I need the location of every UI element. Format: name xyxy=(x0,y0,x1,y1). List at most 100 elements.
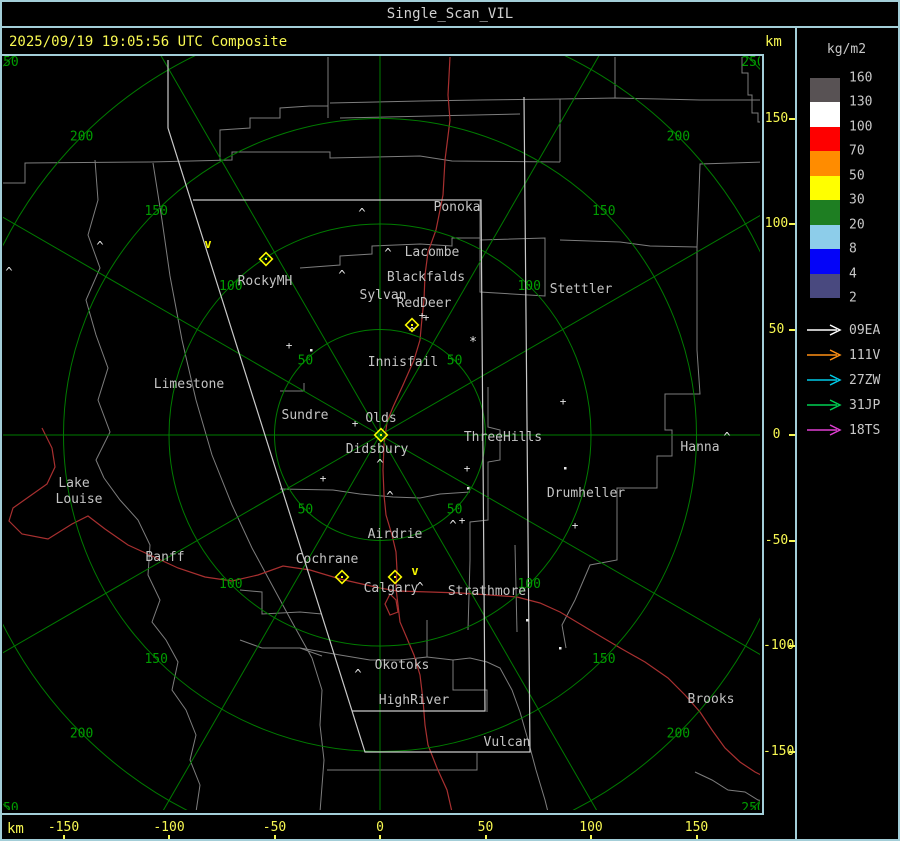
town-caret-marker: ^ xyxy=(384,246,391,260)
radar-site-diamond-icon xyxy=(341,576,343,578)
ring-distance-label: 200 xyxy=(667,130,690,145)
town-cross-marker: + xyxy=(459,514,466,527)
town-dot-marker xyxy=(526,619,529,622)
county-boundary xyxy=(85,159,111,479)
ring-distance-label: 250 xyxy=(741,56,760,70)
x-axis-unit-label: km xyxy=(7,821,24,837)
county-boundary xyxy=(329,97,760,104)
legend-swatch xyxy=(810,224,840,250)
town-cross-marker: + xyxy=(423,311,430,324)
city-label: Louise xyxy=(56,492,103,507)
town-dot-marker xyxy=(467,487,470,490)
vector-id-label: 09EA xyxy=(849,323,880,338)
highway-line xyxy=(396,590,760,776)
x-axis-tick xyxy=(695,835,698,839)
county-boundary xyxy=(299,647,323,657)
ring-distance-label: 250 xyxy=(2,56,19,70)
county-boundary xyxy=(452,660,488,712)
legend-swatch xyxy=(810,102,840,127)
legend-swatch xyxy=(810,126,840,152)
radar-site-diamond-icon xyxy=(380,434,382,436)
legend-swatch xyxy=(810,151,840,176)
y-axis-tick-label: 100 xyxy=(764,216,789,231)
storm-vector-arrowhead-icon: v xyxy=(204,237,211,251)
city-label: Vulcan xyxy=(484,735,531,750)
town-cross-marker: + xyxy=(464,462,471,475)
town-cross-marker: + xyxy=(560,395,567,408)
city-label: Strathmore xyxy=(448,584,526,599)
town-dot-marker xyxy=(559,647,562,650)
city-label: RockyMH xyxy=(238,274,293,289)
map-layers: 50 5050 50100 100100 100150 150150 150200 20020… xyxy=(2,56,760,811)
ring-distance-label: 200 xyxy=(70,130,93,145)
azimuth-radial xyxy=(160,56,381,436)
x-axis-tick xyxy=(590,835,592,839)
town-caret-marker: ^ xyxy=(354,667,361,681)
legend-threshold-label: 130 xyxy=(849,94,873,110)
city-label: Calgary xyxy=(364,581,419,596)
city-label: Stettler xyxy=(550,282,613,297)
x-axis-tick-label: 0 xyxy=(376,820,384,835)
azimuth-radial xyxy=(379,434,760,655)
county-boundary xyxy=(279,488,471,499)
legend-swatch xyxy=(810,249,840,274)
x-axis-tick xyxy=(168,835,170,839)
legend-swatch xyxy=(810,175,840,201)
header-row: 2025/09/19 19:05:56 UTC Composite km xyxy=(2,28,795,54)
x-axis-tick xyxy=(62,835,65,839)
y-axis-tick-label: -150 xyxy=(763,743,795,759)
ring-distance-label: 100 xyxy=(517,279,540,294)
city-label: Cochrane xyxy=(296,552,359,567)
x-axis-tick-label: 100 xyxy=(579,820,603,835)
ring-distance-label: 50 xyxy=(298,353,314,368)
ring-distance-label: 150 xyxy=(592,204,615,219)
legend-swatch xyxy=(810,200,840,225)
town-cross-marker: + xyxy=(320,472,327,485)
town-caret-marker: ^ xyxy=(338,268,345,282)
city-label: Sundre xyxy=(282,408,329,423)
ring-distance-label: 250 xyxy=(741,801,760,811)
legend-threshold-label: 4 xyxy=(849,266,857,282)
color-legend-panel: kg/m2 160 130 100 70 50 30 20 8 4 2 09EA 111V 27ZW 3… xyxy=(795,28,898,839)
city-label: Didsbury xyxy=(346,442,409,457)
x-axis-tick-label: -50 xyxy=(262,820,287,835)
ring-distance-label: 50 xyxy=(298,503,314,518)
city-label: Banff xyxy=(145,550,184,565)
y-axis-tick-label: -100 xyxy=(763,638,795,653)
city-label: RedDeer xyxy=(397,296,452,311)
county-boundary xyxy=(339,113,521,119)
city-label: Lake xyxy=(58,476,89,491)
town-caret-marker: ^ xyxy=(449,518,456,532)
town-star-marker: * xyxy=(469,335,477,350)
map-canvas[interactable]: 50 5050 50100 100100 100150 150150 150200 20020… xyxy=(2,56,760,811)
vector-id-label: 111V xyxy=(849,348,880,363)
vector-id-label: 31JP xyxy=(849,398,880,413)
county-boundary xyxy=(152,162,325,810)
ring-distance-label: 250 xyxy=(2,801,19,811)
y-axis-tick-label: 150 xyxy=(764,110,789,126)
y-axis-tick-label: 50 xyxy=(768,321,785,337)
scan-timestamp: 2025/09/19 19:05:56 UTC Composite xyxy=(9,34,288,50)
y-axis-tick-label: 0 xyxy=(772,427,781,442)
town-caret-marker: ^ xyxy=(386,489,393,503)
legend-threshold-label: 2 xyxy=(849,290,857,306)
city-label: Olds xyxy=(365,411,396,426)
vector-id-label: 27ZW xyxy=(849,373,880,388)
town-caret-marker: ^ xyxy=(5,265,12,279)
town-dot-marker xyxy=(564,467,567,470)
ring-distance-label: 150 xyxy=(592,652,615,667)
highway-line xyxy=(384,593,399,616)
scan-boundary-overlay xyxy=(167,60,531,753)
city-label: Airdrie xyxy=(368,527,423,542)
radar-site-diamond-icon xyxy=(394,576,396,578)
town-cross-marker: + xyxy=(352,417,359,430)
legend-unit-label: kg/m2 xyxy=(826,42,867,57)
town-caret-marker: ^ xyxy=(96,239,103,253)
radar-app-window: Single_Scan_VIL 2025/09/19 19:05:56 UTC … xyxy=(0,0,900,841)
town-cross-marker: + xyxy=(572,519,579,532)
vector-id-label: 18TS xyxy=(849,423,880,438)
ring-distance-label: 200 xyxy=(667,726,690,741)
city-label: Limestone xyxy=(154,377,225,392)
ring-distance-label: 50 xyxy=(447,353,463,368)
town-caret-marker: ^ xyxy=(723,430,730,444)
